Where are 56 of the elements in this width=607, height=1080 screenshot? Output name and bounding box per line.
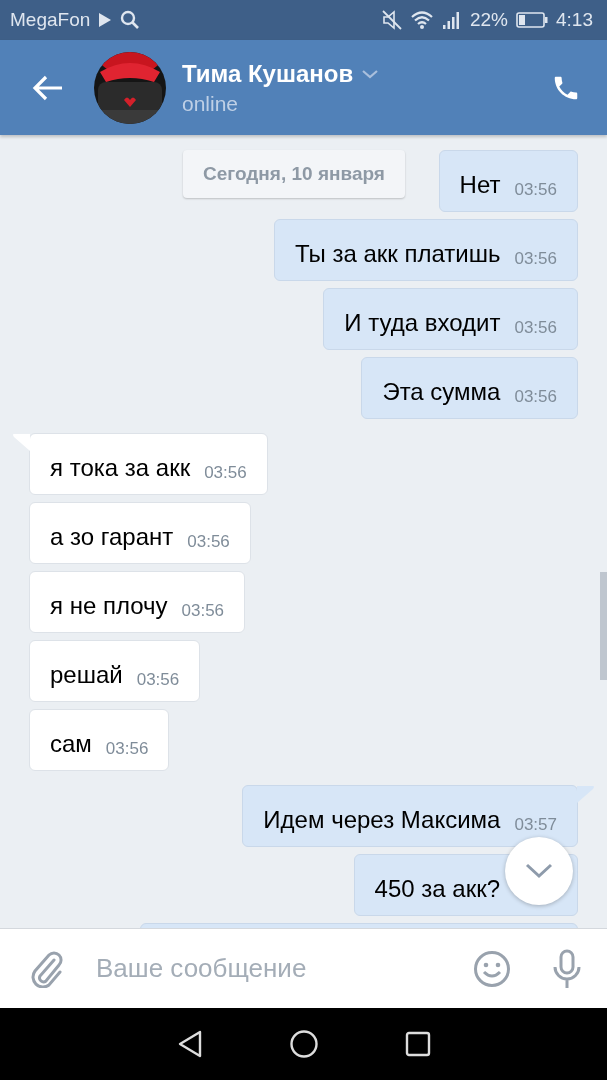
message-time: 03:56 <box>136 670 180 690</box>
smiley-icon[interactable] <box>473 949 511 988</box>
search-icon <box>120 10 141 30</box>
chevron-down-icon[interactable] <box>361 68 380 79</box>
message-input-field[interactable]: Ваше сообщение <box>94 952 473 985</box>
message-time: 03:56 <box>514 318 557 338</box>
message-bubble[interactable]: а зо гарант 03:56 <box>29 502 251 564</box>
paperclip-icon[interactable] <box>30 949 64 988</box>
chevron-down-icon <box>524 862 554 880</box>
message-bubble[interactable]: я не плочу 03:56 <box>29 571 246 633</box>
microphone-icon[interactable] <box>551 948 583 989</box>
message-text: решай <box>50 660 123 690</box>
bubble-tail <box>577 785 595 803</box>
message-time: 03:56 <box>514 249 557 269</box>
battery-icon <box>516 11 548 29</box>
message-bubble[interactable]: сам 03:56 <box>29 709 170 771</box>
recents-nav-icon[interactable] <box>404 1031 431 1057</box>
message-bubble[interactable]: Нет 03:56 <box>438 150 578 212</box>
message-bubble[interactable]: Эта сумма 03:56 <box>361 357 578 419</box>
message-time: 03:56 <box>187 532 230 552</box>
message-time: 03:56 <box>105 739 149 759</box>
message-text: И туда входит <box>344 308 501 338</box>
home-nav-icon[interactable] <box>288 1029 319 1059</box>
message-text: я не плочу <box>50 591 168 621</box>
message-text: сам <box>50 729 92 759</box>
scrollbar[interactable] <box>600 572 607 680</box>
back-nav-icon[interactable] <box>176 1030 203 1058</box>
message-bubble[interactable]: Ты за акк платишь 03:56 <box>273 219 578 281</box>
back-arrow-icon[interactable] <box>32 74 64 101</box>
message-text: Нет <box>459 170 501 200</box>
mute-icon <box>382 10 402 30</box>
play-icon <box>98 12 113 28</box>
message-text: Ты за акк платишь <box>294 239 501 269</box>
message-time: 03:56 <box>204 463 247 483</box>
message-time: 03:57 <box>514 815 557 835</box>
message-time: 03:56 <box>514 180 557 200</box>
message-text: а зо гарант <box>50 522 174 552</box>
wifi-icon <box>410 10 434 30</box>
message-time: 03:56 <box>514 387 557 407</box>
message-text: 450 за акк? <box>374 874 500 904</box>
signal-icon <box>442 10 462 30</box>
clock: 4:13 <box>556 9 593 31</box>
carrier-name: MegaFon <box>10 9 91 31</box>
message-time: 03:56 <box>181 601 225 621</box>
message-bubble[interactable]: решай 03:56 <box>29 640 201 702</box>
message-text: Идем через Максима <box>263 805 501 835</box>
bubble-tail <box>12 433 30 451</box>
message-text: я тока за акк <box>50 453 191 483</box>
message-bubble[interactable]: Идем через Максима 03:57 <box>242 785 578 847</box>
date-label: Сегодня, 10 января <box>183 150 405 198</box>
message-bubble[interactable]: И туда входит 03:56 <box>323 288 578 350</box>
contact-name[interactable]: Тима Кушанов <box>182 59 354 88</box>
battery-percent: 22% <box>470 9 508 31</box>
online-status: online <box>182 91 240 116</box>
message-bubble[interactable]: я тока за акк 03:56 <box>29 433 268 495</box>
message-text: Эта сумма <box>382 377 501 407</box>
